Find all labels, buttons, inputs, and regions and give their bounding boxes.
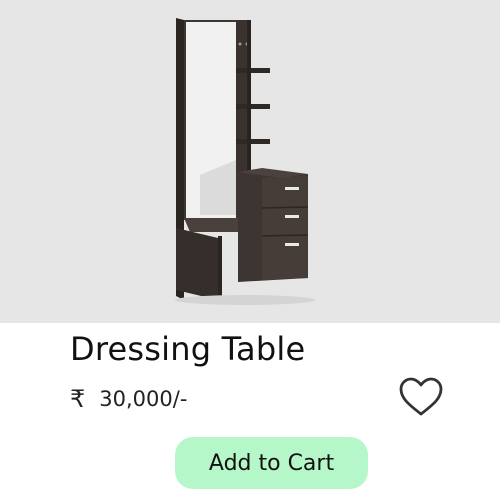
desk-leg-edge <box>218 236 222 300</box>
drawer-divider <box>261 234 309 237</box>
shelf-back <box>247 20 251 172</box>
shelf <box>236 139 270 144</box>
heart-outline-icon <box>399 377 443 416</box>
cabinet-front <box>262 176 308 280</box>
floor-shadow <box>175 295 315 305</box>
wishlist-button[interactable] <box>398 376 444 418</box>
drawer-divider <box>261 206 309 209</box>
shelf <box>236 68 270 73</box>
add-to-cart-button[interactable]: Add to Cart <box>175 437 368 489</box>
price-row: ₹ 30,000/- <box>70 385 187 413</box>
shelf <box>236 104 270 109</box>
drawer-handle <box>285 243 299 246</box>
rupee-icon: ₹ <box>70 385 86 413</box>
hook <box>238 42 242 46</box>
drawer-handle <box>285 187 299 190</box>
product-image[interactable] <box>0 0 500 323</box>
desk-leg <box>176 228 218 300</box>
product-price: 30,000/- <box>99 387 188 411</box>
dressing-table-illustration <box>175 18 315 305</box>
product-card: Dressing Table ₹ 30,000/- Add to Cart <box>0 0 500 500</box>
drawer-handle <box>285 215 299 218</box>
product-name: Dressing Table <box>70 330 306 368</box>
